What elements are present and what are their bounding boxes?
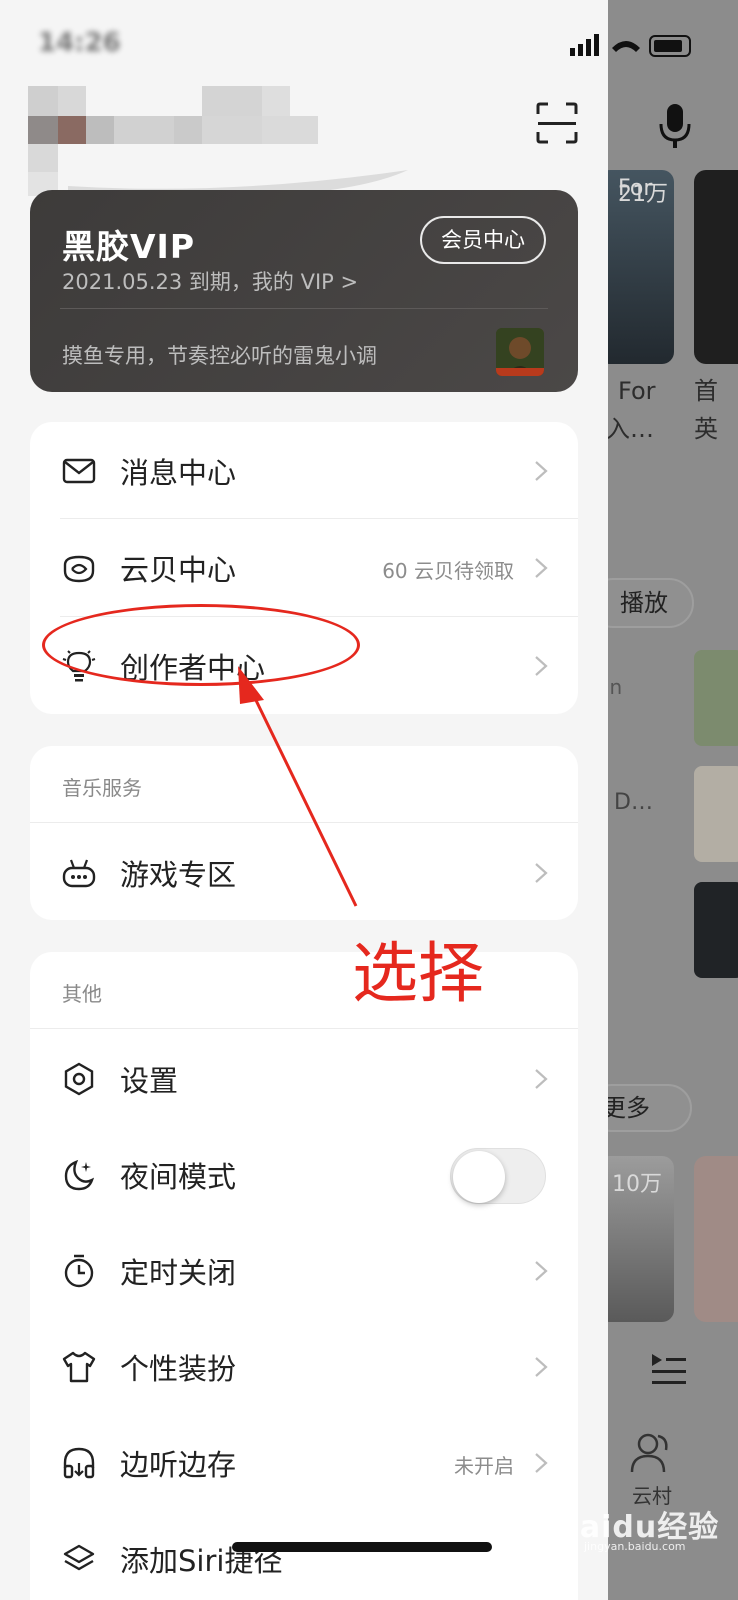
play-count-badge: 10万 (612, 1172, 662, 1197)
section-title: 其他 (62, 982, 102, 1006)
bg-text: in (608, 675, 623, 699)
item-label: 边听边存 (120, 1448, 237, 1482)
item-label: 消息中心 (120, 456, 237, 490)
item-label: 个性装扮 (120, 1352, 237, 1386)
song-thumbnail[interactable] (694, 882, 738, 978)
member-center-button[interactable]: 会员中心 (420, 216, 546, 264)
promo-cover-image[interactable] (496, 328, 544, 376)
divider (30, 1028, 578, 1029)
gamepad-icon (62, 859, 96, 888)
add-siri-shortcut-item[interactable]: 添加Siri捷径 (30, 1510, 578, 1600)
chevron-right-icon (535, 1453, 548, 1473)
bg-text: 英 (694, 415, 718, 443)
item-hint: 未开启 (454, 1454, 514, 1478)
scan-icon[interactable] (534, 100, 580, 146)
annotation-label: 选择 (352, 935, 484, 1012)
cloud-coin-icon (63, 555, 95, 583)
item-label: 设置 (120, 1064, 179, 1098)
annotation-arrow (238, 666, 358, 907)
bg-text: 首 (694, 377, 718, 405)
chevron-right-icon (535, 558, 548, 578)
sleep-timer-item[interactable]: 定时关闭 (30, 1222, 578, 1318)
timer-icon (64, 1254, 94, 1288)
play-all-button[interactable]: 播放 (608, 578, 694, 628)
status-bar: 14:26 (0, 24, 608, 68)
more-button[interactable]: 更多 (608, 1084, 692, 1132)
moon-icon (64, 1159, 95, 1191)
chevron-right-icon (535, 656, 548, 676)
chevron-right-icon (535, 1357, 548, 1377)
status-time: 14:26 (38, 28, 121, 58)
side-drawer: 14:26 黑胶VIP 会员中心 2021.05.23 到期，我的 VIP > … (0, 0, 608, 1600)
watermark-url: jingyan.baidu.com (584, 1540, 686, 1553)
playlist-icon[interactable] (648, 1348, 688, 1388)
vip-promo-text[interactable]: 摸鱼专用，节奏控必听的雷鬼小调 (62, 340, 377, 370)
vip-card[interactable]: 黑胶VIP 会员中心 2021.05.23 到期，我的 VIP > 摸鱼专用，节… (30, 190, 578, 392)
message-center-item[interactable]: 消息中心 (30, 422, 578, 518)
item-label: 游戏专区 (120, 858, 237, 892)
vip-expire-text[interactable]: 2021.05.23 到期，我的 VIP > (62, 266, 358, 296)
status-icons-bg (612, 35, 691, 57)
bg-text: D… (614, 790, 653, 815)
settings-item[interactable]: 设置 (30, 1030, 578, 1126)
headphones-icon (63, 1447, 95, 1479)
vip-divider (60, 308, 548, 309)
bg-text: For (618, 377, 656, 405)
bg-text: 入… (608, 415, 654, 443)
profile-avatar-blurred[interactable] (28, 86, 428, 196)
item-label: 定时关闭 (120, 1256, 237, 1290)
section-title: 音乐服务 (62, 776, 142, 800)
playlist-cover[interactable] (694, 1156, 738, 1322)
play-count: 21万 (618, 182, 668, 207)
chevron-right-icon (535, 461, 548, 481)
item-hint: 60 云贝待领取 (382, 559, 514, 583)
item-label: 夜间模式 (120, 1160, 237, 1194)
menu-section-other: 其他 设置 夜间模式 定时关闭 个性装扮 边听边存 未开启 添加Siri捷径 (30, 952, 578, 1600)
background-app: For 21万 For 入… 首 英 播放 in D… 更多 10万 云村 (608, 0, 738, 1600)
song-thumbnail[interactable] (694, 650, 738, 746)
chevron-right-icon (535, 863, 548, 883)
chevron-right-icon (535, 1261, 548, 1281)
toggle-knob (453, 1151, 505, 1203)
home-indicator[interactable] (232, 1542, 492, 1552)
voice-search-icon[interactable] (658, 102, 692, 150)
signal-icon (570, 34, 599, 56)
vip-logo: 黑胶VIP (62, 227, 196, 266)
settings-icon (64, 1062, 94, 1096)
tshirt-icon (62, 1351, 96, 1383)
song-thumbnail[interactable] (694, 766, 738, 862)
chevron-right-icon (535, 1069, 548, 1089)
personal-theme-item[interactable]: 个性装扮 (30, 1318, 578, 1414)
listen-and-save-item[interactable]: 边听边存 未开启 (30, 1414, 578, 1510)
layers-icon (63, 1544, 95, 1571)
night-mode-item[interactable]: 夜间模式 (30, 1126, 578, 1222)
cloud-coin-center-item[interactable]: 云贝中心 60 云贝待领取 (30, 519, 578, 615)
mail-icon (62, 458, 96, 484)
community-icon[interactable] (628, 1430, 678, 1476)
night-mode-toggle[interactable] (450, 1148, 546, 1204)
item-label: 云贝中心 (120, 553, 237, 587)
playlist-cover[interactable] (694, 170, 738, 364)
